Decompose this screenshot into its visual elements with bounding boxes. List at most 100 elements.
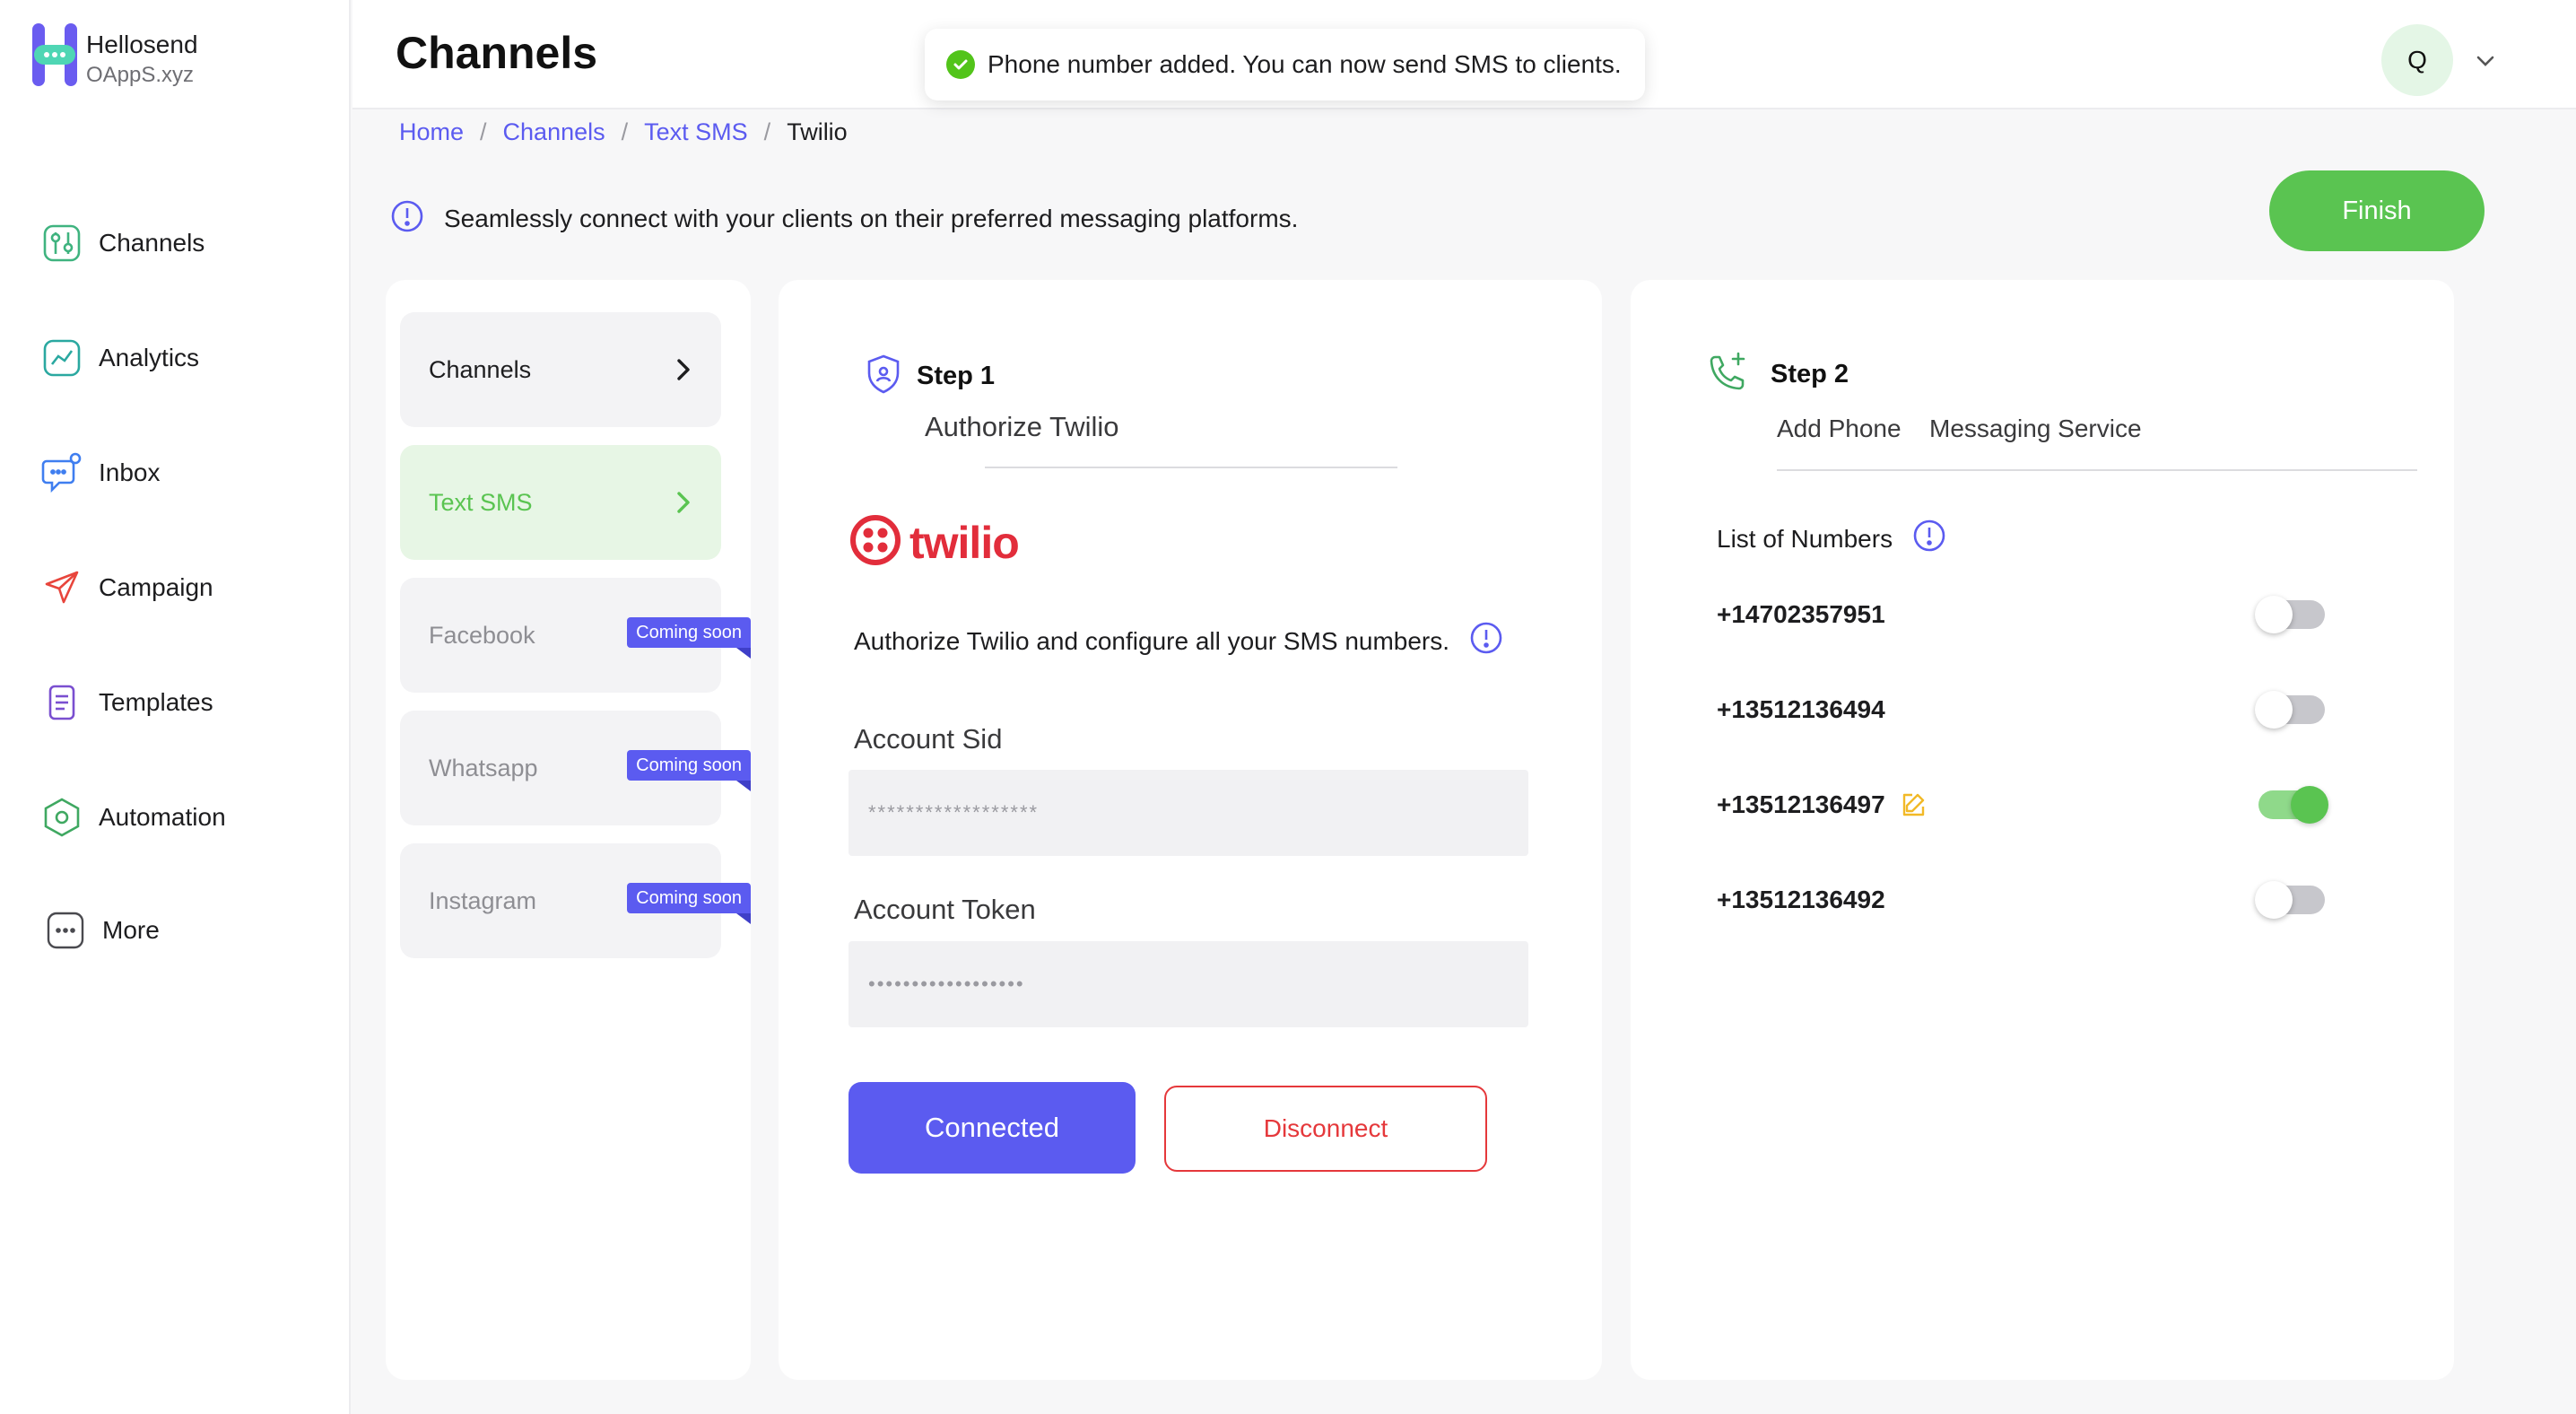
brand-name: Hellosend — [86, 31, 198, 58]
sidebar-item-label: Templates — [99, 688, 213, 716]
step1-header: Step 1 — [865, 354, 995, 399]
breadcrumb-separator: / — [621, 118, 629, 145]
shield-icon — [865, 354, 902, 399]
toggle-knob — [2291, 786, 2328, 824]
info-text: Seamlessly connect with your clients on … — [444, 204, 1299, 232]
edit-icon[interactable] — [1900, 791, 1927, 818]
breadcrumb-channels[interactable]: Channels — [503, 118, 605, 146]
number-row: +13512136492 — [1717, 877, 2345, 922]
channel-item-facebook: Facebook Coming soon — [400, 578, 751, 693]
chart-icon — [39, 336, 84, 380]
channel-label: Facebook — [429, 621, 535, 649]
brand[interactable]: Hellosend OAppS.xyz — [30, 22, 198, 90]
more-icon — [43, 908, 88, 953]
phone-number: +14702357951 — [1717, 600, 1885, 628]
channel-item-text-sms[interactable]: Text SMS — [400, 445, 721, 560]
channel-item-instagram: Instagram Coming soon — [400, 843, 751, 958]
document-icon — [39, 680, 84, 725]
twilio-logo: twilio — [850, 515, 1020, 570]
tab-add-phone[interactable]: Add Phone — [1777, 415, 1902, 443]
top-header: Channels Phone number added. You can now… — [352, 0, 2576, 109]
sidebar-item-templates[interactable]: Templates — [39, 680, 213, 725]
sidebar-item-automation[interactable]: Automation — [39, 795, 226, 840]
step2-title: Step 2 — [1771, 360, 1849, 388]
info-icon[interactable] — [1469, 621, 1503, 661]
info-icon[interactable] — [1912, 519, 1946, 559]
breadcrumb-separator: / — [763, 118, 771, 145]
list-title-text: List of Numbers — [1717, 524, 1893, 553]
avatar[interactable]: Q — [2381, 24, 2453, 96]
paper-plane-icon — [39, 565, 84, 610]
sidebar: Hellosend OAppS.xyz Channels Analytics I… — [0, 0, 351, 1414]
step1-subtitle: Authorize Twilio — [925, 411, 1119, 442]
number-toggle[interactable] — [2255, 881, 2325, 919]
sidebar-item-label: More — [102, 916, 160, 944]
breadcrumb-current: Twilio — [787, 118, 848, 145]
sidebar-item-label: Automation — [99, 803, 226, 831]
twilio-wordmark: twilio — [909, 517, 1020, 568]
chevron-right-icon — [673, 489, 694, 516]
channel-label: Instagram — [429, 886, 537, 914]
chevron-right-icon — [673, 356, 694, 383]
channel-label: Whatsapp — [429, 754, 538, 781]
account-sid-input[interactable] — [849, 770, 1528, 856]
sidebar-item-analytics[interactable]: Analytics — [39, 336, 199, 380]
number-toggle[interactable] — [2255, 596, 2325, 633]
sidebar-item-label: Inbox — [99, 458, 161, 486]
toggle-knob — [2255, 691, 2293, 729]
channel-label: Text SMS — [429, 488, 533, 516]
info-banner: Seamlessly connect with your clients on … — [390, 199, 1298, 238]
channel-item-channels[interactable]: Channels — [400, 312, 721, 427]
chevron-down-icon[interactable] — [2473, 48, 2498, 74]
sidebar-item-more[interactable]: More — [43, 908, 160, 953]
breadcrumb-separator: / — [480, 118, 487, 145]
sidebar-item-channels[interactable]: Channels — [39, 221, 205, 266]
sidebar-item-label: Channels — [99, 229, 205, 257]
hexagon-icon — [39, 795, 84, 840]
step2-divider — [1777, 469, 2417, 471]
step1-description: Authorize Twilio and configure all your … — [854, 621, 1503, 661]
sidebar-item-label: Campaign — [99, 573, 213, 601]
number-row: +14702357951 — [1717, 592, 2345, 637]
page-title: Channels — [396, 28, 598, 78]
toggle-knob — [2255, 596, 2293, 633]
toast-message: Phone number added. You can now send SMS… — [988, 50, 1622, 78]
sidebar-item-label: Analytics — [99, 344, 200, 371]
breadcrumb-home[interactable]: Home — [399, 118, 464, 146]
disconnect-button[interactable]: Disconnect — [1164, 1086, 1487, 1172]
account-token-input[interactable] — [849, 941, 1528, 1027]
success-toast: Phone number added. You can now send SMS… — [925, 29, 1645, 100]
info-icon — [390, 199, 424, 238]
phone-add-icon — [1706, 350, 1749, 399]
sidebar-item-inbox[interactable]: Inbox — [39, 450, 161, 495]
number-row: +13512136494 — [1717, 687, 2345, 732]
chat-icon — [39, 450, 84, 495]
account-sid-label: Account Sid — [854, 723, 1003, 755]
phone-number: +13512136494 — [1717, 695, 1885, 723]
step2-header: Step 2 — [1706, 350, 1849, 399]
phone-number: +13512136497 — [1717, 790, 1885, 818]
sidebar-item-campaign[interactable]: Campaign — [39, 565, 213, 610]
step2-panel: Step 2 Add Phone Messaging Service List … — [1631, 280, 2454, 1380]
channel-label: Channels — [429, 355, 532, 383]
brand-workspace: OAppS.xyz — [86, 63, 195, 87]
twilio-logo-icon — [850, 515, 901, 570]
coming-soon-badge: Coming soon — [627, 750, 751, 791]
hellosend-logo-icon — [30, 22, 79, 88]
check-circle-icon — [946, 50, 975, 79]
coming-soon-badge: Coming soon — [627, 883, 751, 924]
number-toggle[interactable] — [2258, 786, 2328, 824]
step1-panel: Step 1 Authorize Twilio twilio Authorize… — [779, 280, 1602, 1380]
toggle-knob — [2255, 881, 2293, 919]
coming-soon-badge: Coming soon — [627, 617, 751, 659]
number-toggle[interactable] — [2255, 691, 2325, 729]
step1-title: Step 1 — [917, 362, 996, 390]
tab-messaging-service[interactable]: Messaging Service — [1929, 415, 2142, 443]
finish-button[interactable]: Finish — [2269, 170, 2485, 251]
breadcrumb-text-sms[interactable]: Text SMS — [644, 118, 748, 146]
connected-button[interactable]: Connected — [849, 1082, 1136, 1174]
channel-item-whatsapp: Whatsapp Coming soon — [400, 711, 751, 825]
description-text: Authorize Twilio and configure all your … — [854, 626, 1450, 655]
channel-list-panel: Channels Text SMS Facebook Coming soon W… — [386, 280, 751, 1380]
breadcrumb: Home / Channels / Text SMS / Twilio — [399, 118, 848, 146]
